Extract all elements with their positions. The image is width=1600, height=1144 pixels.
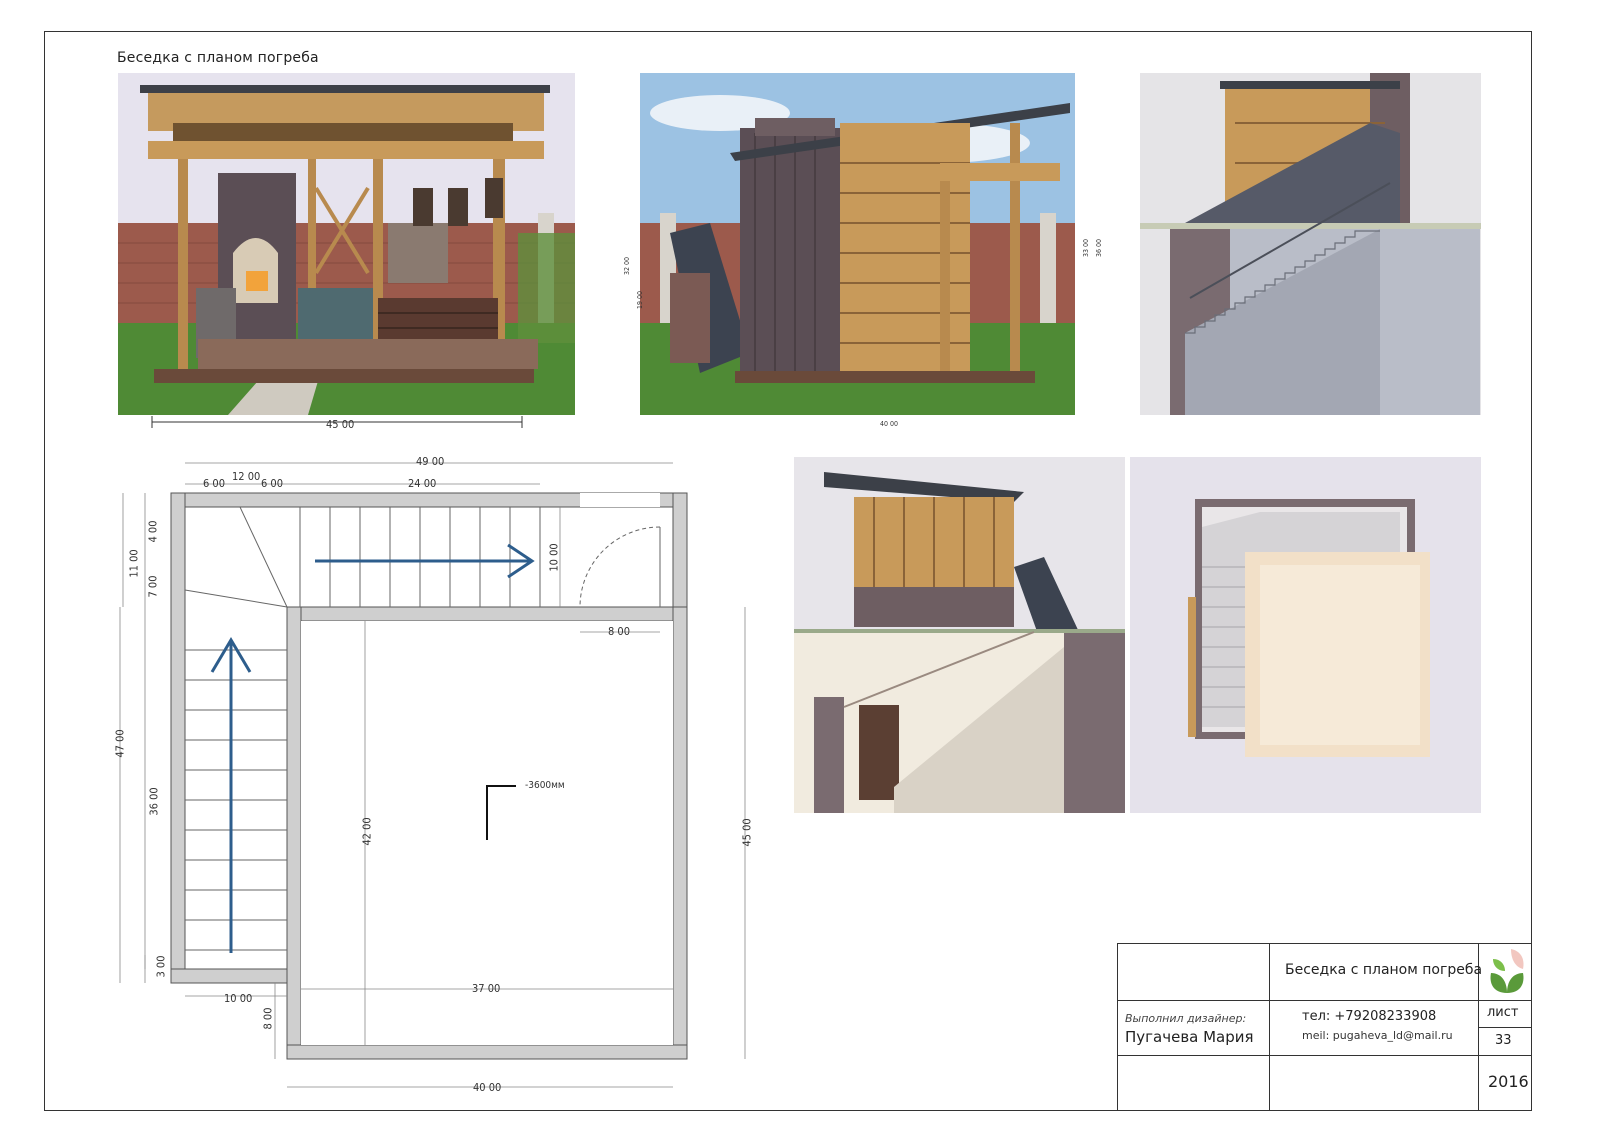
title-block-cell [1269,1055,1479,1111]
stamp-year: 2016 [1488,1072,1529,1091]
plan-level-mark: -3600мм [525,780,565,791]
stamp-designer-name: Пугачева Мария [1125,1028,1254,1046]
stamp-title: Беседка с планом погреба [1285,962,1483,978]
plan-dim-top-24: 24 00 [408,477,437,490]
plan-dim-bottom-3: 3 00 [154,955,168,978]
stamp-sheet-label: лист [1487,1005,1519,1020]
studio-logo [1490,949,1524,993]
stamp-sheet-number: 33 [1495,1033,1512,1048]
plan-dim-stair-36: 36 00 [147,787,161,816]
plan-dim-room-45: 45 00 [740,818,754,847]
plan-dim-door-8: 8 00 [608,625,631,638]
plan-dim-top-6b: 6 00 [261,477,284,490]
plan-dim-bottom-8: 8 00 [261,1007,275,1030]
plan-dim-room-37: 37 00 [472,982,501,995]
plan-dim-top-total: 49 00 [416,455,445,468]
stair-arrow-horizontal [315,543,535,579]
plan-dim-right-10: 10 00 [547,543,561,572]
stair-arrow-vertical [210,637,252,953]
title-block: Беседка с планом погреба Выполнил дизайн… [1117,943,1532,1111]
plan-dim-left-4: 4 00 [146,520,160,543]
stamp-phone: тел: +79208233908 [1302,1009,1437,1024]
plan-dim-bottom-40: 40 00 [473,1081,502,1094]
stamp-designer-label: Выполнил дизайнер: [1125,1012,1247,1025]
plan-dim-bottom-10: 10 00 [224,992,253,1005]
plan-dim-top-12: 12 00 [232,470,261,483]
title-block-cell [1117,943,1270,1001]
plan-dim-height-47: 47 00 [113,729,127,758]
stamp-email: meil: pugaheva_ld@mail.ru [1302,1029,1453,1042]
plan-dim-room-42: 42 00 [360,817,374,846]
plan-dim-top-6a: 6 00 [203,477,226,490]
plan-dim-left-11: 11 00 [127,549,141,578]
plan-dim-left-7: 7 00 [146,575,160,598]
